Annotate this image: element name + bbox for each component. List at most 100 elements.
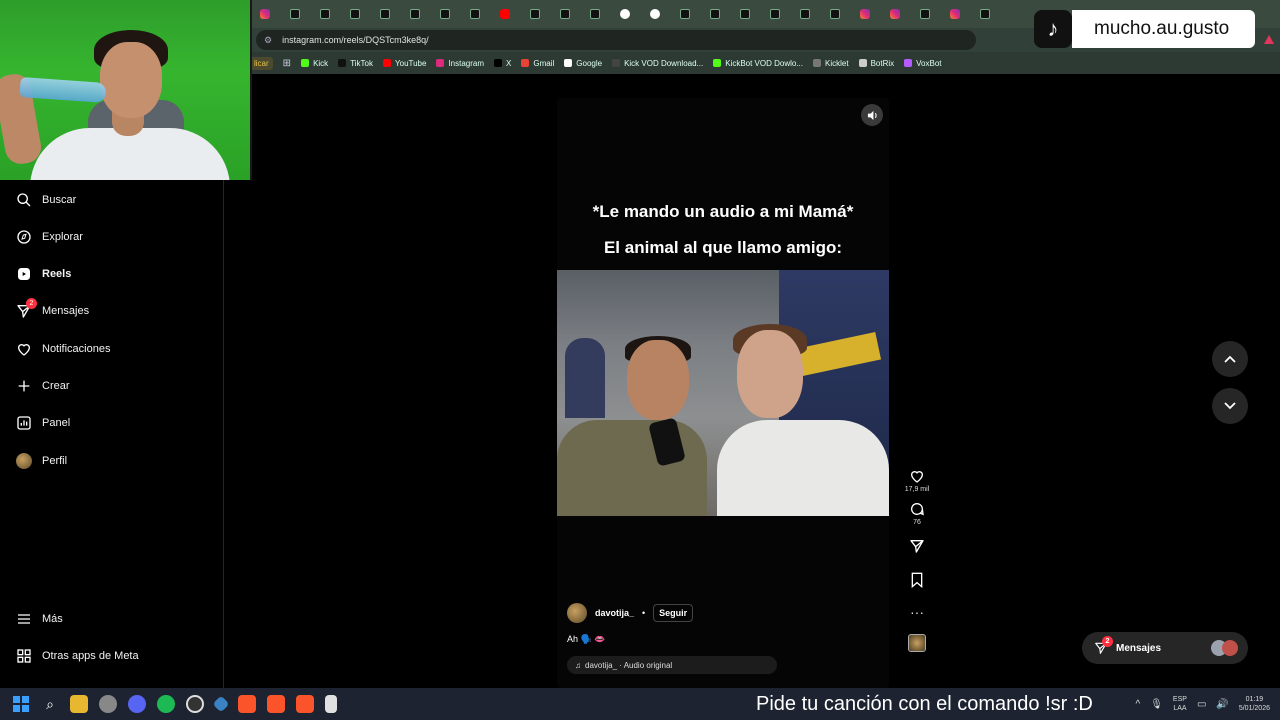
chevron-up-icon [1224,355,1236,363]
bookmark-item[interactable]: YouTube [383,59,426,68]
reel-caption-line2: El animal al que llamo amigo: [603,238,843,257]
like-action[interactable]: 17,9 mil [905,468,929,493]
browser-tab[interactable] [340,3,370,25]
bookmark-truncated[interactable]: licar [250,56,273,70]
bookmark-item[interactable]: Kicklet [813,59,849,68]
taskbar-app-icon[interactable] [99,695,117,713]
browser-tab[interactable] [310,3,340,25]
microphone-icon[interactable]: 🎙 [1150,699,1163,710]
browser-tab[interactable] [790,3,820,25]
bookmark-item[interactable]: Kick VOD Download... [612,59,703,68]
brave-icon[interactable] [238,695,256,713]
browser-tab[interactable] [250,3,280,25]
save-action[interactable] [910,572,924,588]
network-icon[interactable]: ▭ [1197,699,1206,710]
mute-button[interactable] [861,104,883,126]
bookmark-item[interactable]: Gmail [521,59,554,68]
bookmark-item[interactable]: X [494,59,511,68]
sidebar-item-reels[interactable]: Reels [16,264,71,284]
taskbar-app-icon[interactable] [212,695,230,713]
messages-popup-button[interactable]: 2 Mensajes [1082,632,1248,664]
brave-rewards-icon[interactable] [1264,34,1274,44]
browser-tab[interactable] [370,3,400,25]
language-bottom: LAA [1173,705,1187,712]
browser-tab[interactable] [490,3,520,25]
sidebar-item-panel[interactable]: Panel [16,413,70,433]
volume-icon[interactable]: 🔊 [1216,699,1228,710]
audio-attribution[interactable]: ♫ davotija_ · Audio original [567,656,777,674]
obs-icon[interactable] [186,695,204,713]
audio-thumbnail[interactable] [908,634,926,652]
sidebar-item-label: Notificaciones [42,343,111,355]
sidebar-item-mensajes[interactable]: 2 Mensajes [16,298,89,321]
browser-tab[interactable] [940,3,970,25]
browser-tab[interactable] [640,3,670,25]
site-settings-icon[interactable]: ⚙ [264,35,272,46]
more-action[interactable]: ··· [910,605,924,619]
browser-tab[interactable] [910,3,940,25]
sidebar-item-meta-apps[interactable]: Otras apps de Meta [16,646,139,666]
address-bar[interactable]: ⚙ instagram.com/reels/DQSTcm3ke8q/ [256,30,976,50]
bookmark-item[interactable]: Instagram [436,59,484,68]
reel-video[interactable]: *Le mando un audio a mi Mamá* El animal … [557,98,889,688]
share-action[interactable] [909,538,925,554]
bookmark-item[interactable]: BotRix [858,59,894,68]
clock[interactable]: 01:19 5/01/2026 [1239,695,1270,713]
apps-grid-icon[interactable]: ⊞ [283,58,291,69]
author-username[interactable]: davotija_ [595,608,634,618]
browser-tab[interactable] [700,3,730,25]
taskbar-search-icon[interactable]: ⌕ [41,695,59,713]
browser-tab[interactable] [460,3,490,25]
webcam-person-face [100,42,162,118]
author-avatar[interactable] [567,603,587,623]
browser-tab[interactable] [430,3,460,25]
previous-reel-button[interactable] [1212,341,1248,377]
browser-tab[interactable] [880,3,910,25]
brave-icon[interactable] [296,695,314,713]
bookmark-item[interactable]: Google [564,59,602,68]
sidebar-item-more[interactable]: Más [16,609,63,629]
bookmark-favicon-icon [436,59,445,67]
bookmark-item[interactable]: Kick [301,59,328,68]
browser-tab[interactable] [730,3,760,25]
sidebar-item-label: Más [42,613,63,625]
comment-count: 76 [913,519,921,526]
browser-tab[interactable] [970,3,1000,25]
browser-tab[interactable] [550,3,580,25]
language-indicator[interactable]: ESP LAA [1173,695,1187,713]
sidebar-item-label: Perfil [42,455,68,467]
brave-icon[interactable] [267,695,285,713]
bookmark-label: Kick [313,58,329,68]
tiktok-favicon-icon [830,9,840,19]
sidebar-item-crear[interactable]: Crear [16,376,70,396]
windows-start-icon[interactable] [12,695,30,713]
tray-expand-icon[interactable]: ^ [1136,699,1141,710]
browser-tab[interactable] [280,3,310,25]
browser-tab[interactable] [520,3,550,25]
bookmark-item[interactable]: KickBot VOD Dowlo... [713,59,803,68]
browser-tab[interactable] [850,3,880,25]
browser-tab[interactable] [610,3,640,25]
sidebar-item-explorar[interactable]: Explorar [16,227,83,247]
browser-tab[interactable] [670,3,700,25]
discord-icon[interactable] [128,695,146,713]
avatar [16,453,32,469]
browser-tab[interactable] [580,3,610,25]
spotify-icon[interactable] [157,695,175,713]
sidebar-item-perfil[interactable]: Perfil [16,451,67,471]
reel-video-frame [557,270,889,516]
follow-button[interactable]: Seguir [653,604,694,622]
document-icon[interactable] [325,695,337,713]
browser-tab[interactable] [400,3,430,25]
sidebar-item-notificaciones[interactable]: Notificaciones [16,339,110,359]
bookmark-item[interactable]: VoxBot [904,59,942,68]
instagram-sidebar: Buscar Explorar Reels 2 Mensajes Notificacion… [0,180,224,688]
file-explorer-icon[interactable] [70,695,88,713]
sidebar-item-buscar[interactable]: Buscar [16,190,76,210]
bookmarks-bar: licar ⊞ Kick TikTok YouTube Instagram X Gmail… [250,52,1280,74]
browser-tab[interactable] [760,3,790,25]
next-reel-button[interactable] [1212,388,1248,424]
bookmark-item[interactable]: TikTok [338,59,373,68]
browser-tab[interactable] [820,3,850,25]
comment-action[interactable]: 76 [909,501,925,526]
